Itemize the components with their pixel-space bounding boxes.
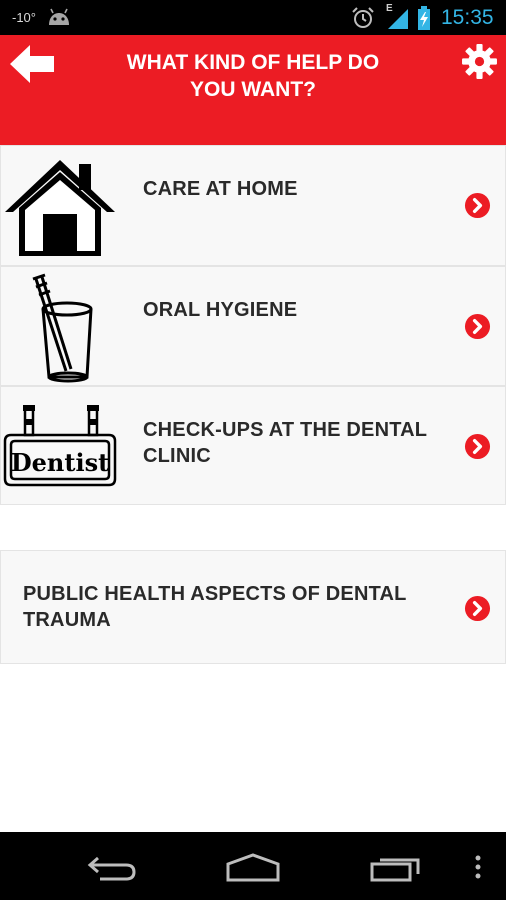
menu-item-oral-hygiene[interactable]: ORAL HYGIENE (0, 266, 506, 386)
temperature-text: -10° (12, 10, 36, 25)
chevron-right-icon[interactable] (464, 313, 491, 340)
chevron-right-icon[interactable] (464, 595, 491, 622)
android-icon (49, 8, 69, 25)
chevron-right-icon[interactable] (464, 433, 491, 460)
dentist-sign-icon: Dentist (3, 405, 117, 487)
house-icon (5, 160, 115, 256)
menu-item-care-at-home[interactable]: CARE AT HOME (0, 145, 506, 266)
toothbrush-glass-icon (32, 273, 93, 383)
menu-item-label: CHECK-UPS AT THE DENTAL CLINIC (143, 419, 427, 467)
navigation-bar (0, 832, 506, 900)
menu-item-public-health[interactable]: PUBLIC HEALTH ASPECTS OF DENTAL TRAUMA (0, 550, 506, 664)
signal-icon (388, 9, 408, 29)
overflow-menu-icon[interactable] (472, 854, 484, 880)
clock-text: 15:35 (441, 6, 494, 29)
nav-back-icon[interactable] (86, 852, 138, 882)
gear-icon[interactable] (461, 43, 498, 80)
app-header: WHAT KIND OF HELP DO YOU WANT? (0, 35, 506, 145)
menu-item-label: PUBLIC HEALTH ASPECTS OF DENTAL TRAUMA (23, 583, 407, 631)
status-bar: -10° E 15:35 (0, 0, 506, 35)
battery-charging-icon (418, 6, 430, 30)
menu-item-check-ups[interactable]: Dentist CHECK-UPS AT THE DENTAL CLINIC (0, 386, 506, 505)
menu-item-label: CARE AT HOME (143, 178, 298, 200)
chevron-right-icon[interactable] (464, 192, 491, 219)
nav-recent-apps-icon[interactable] (368, 852, 424, 882)
back-arrow-icon[interactable] (8, 43, 56, 85)
page-title: WHAT KIND OF HELP DO YOU WANT? (126, 51, 380, 101)
alarm-icon (352, 7, 374, 28)
menu-item-label: ORAL HYGIENE (143, 299, 298, 321)
dentist-sign-text: Dentist (11, 448, 109, 477)
nav-home-icon[interactable] (224, 852, 282, 882)
